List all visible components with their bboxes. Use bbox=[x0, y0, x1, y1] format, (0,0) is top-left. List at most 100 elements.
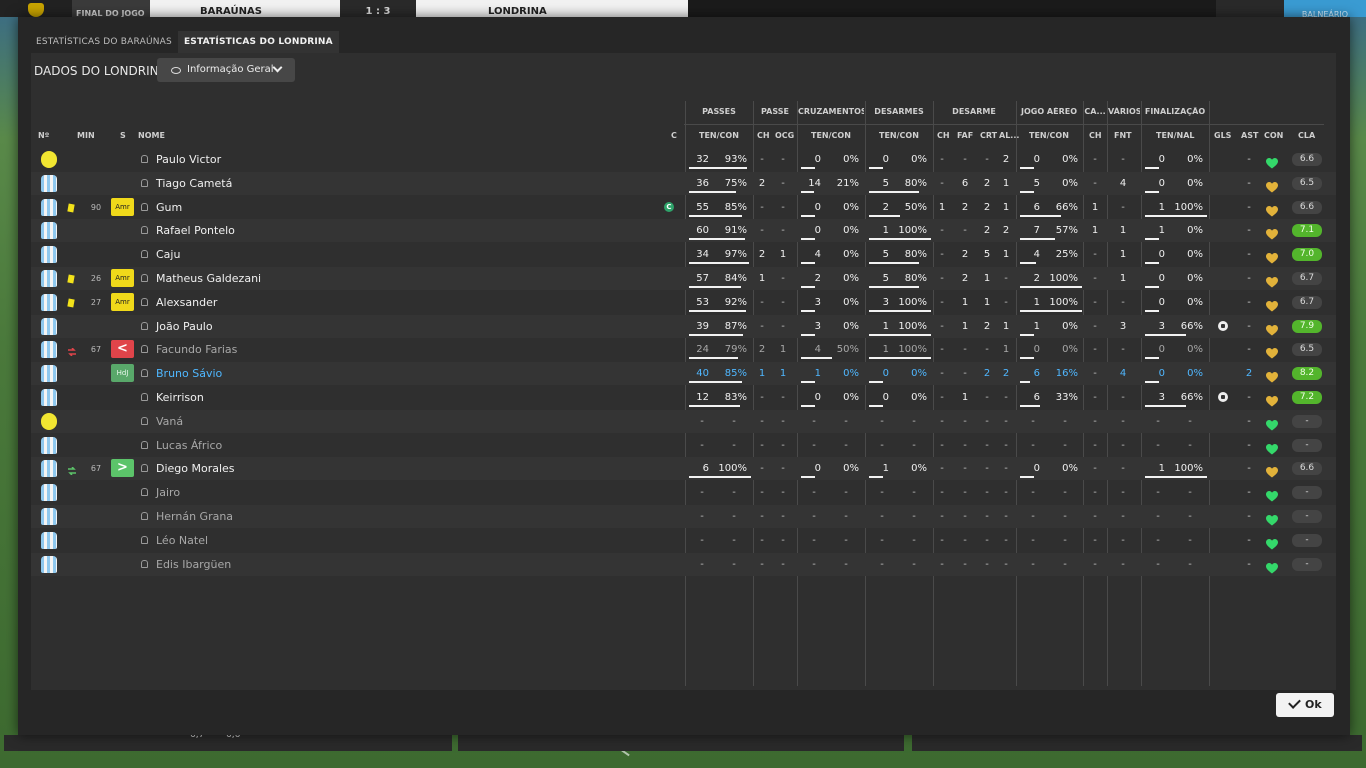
stat-value: - bbox=[844, 559, 848, 570]
stat-value: - bbox=[760, 297, 764, 308]
col-nome[interactable]: NOME bbox=[138, 131, 165, 140]
table-row[interactable]: Léo Natel - - - - - - - - - - - - - - - - - - - - bbox=[31, 529, 1336, 552]
ok-button[interactable]: Ok bbox=[1276, 693, 1334, 717]
table-row[interactable]: 27 Amr Alexsander 53 92% - -3 0% 3 100% -1 1-1 100% -… bbox=[31, 291, 1336, 314]
stat-value: - bbox=[1156, 440, 1160, 451]
table-row[interactable]: Keirrison 12 83% - -0 0% 0 0% -1- -6 33% - -3 66% -7.2 bbox=[31, 386, 1336, 409]
stat-value: - bbox=[781, 297, 785, 308]
player-name[interactable]: Gum bbox=[156, 196, 182, 219]
stat-value: 0% bbox=[843, 202, 859, 213]
player-name[interactable]: Alexsander bbox=[156, 291, 217, 314]
player-name[interactable]: Bruno Sávio bbox=[156, 362, 222, 385]
assists-value: 2 bbox=[1245, 368, 1253, 379]
player-name[interactable]: Facundo Farias bbox=[156, 338, 237, 361]
assists-value: - bbox=[1247, 440, 1251, 451]
col-aereo-tencon[interactable]: TEN/CON bbox=[1029, 131, 1069, 140]
player-name[interactable]: Hernán Grana bbox=[156, 505, 233, 528]
col-ca-ch[interactable]: CH bbox=[1089, 131, 1102, 140]
other-match-team[interactable]: BALNEÁRIO bbox=[1284, 0, 1366, 17]
away-team: LONDRINA bbox=[416, 0, 688, 17]
stat-value: - bbox=[812, 559, 816, 570]
col-des-ch[interactable]: CH bbox=[937, 131, 950, 140]
player-profile-icon bbox=[141, 393, 148, 401]
col-gls[interactable]: GLS bbox=[1214, 131, 1231, 140]
table-row[interactable]: Vaná - - - - - - - - - - - - - - - - - - - - bbox=[31, 410, 1336, 433]
stat-value: - bbox=[940, 416, 944, 427]
stat-value: - bbox=[1031, 511, 1035, 522]
col-no[interactable]: Nº bbox=[38, 131, 49, 140]
bottom-panel-right bbox=[912, 735, 1362, 751]
table-row[interactable]: Hernán Grana - - - - - - - - - - - - - - - - - - - - bbox=[31, 505, 1336, 528]
player-name[interactable]: Lucas Áfrico bbox=[156, 434, 222, 457]
col-cruz-tencon[interactable]: TEN/CON bbox=[811, 131, 851, 140]
stat-value: 0% bbox=[1187, 273, 1203, 284]
table-row[interactable]: 90 Amr Gum C 55 85% - -0 0% 2 50% 1 2 2 1 6 66% 1-1 100% -6… bbox=[31, 196, 1336, 219]
stat-value: - bbox=[1093, 416, 1097, 427]
col-desarmes-tencon[interactable]: TEN/CON bbox=[879, 131, 919, 140]
col-varios-fnt[interactable]: FNT bbox=[1114, 131, 1132, 140]
col-cla[interactable]: CLA bbox=[1298, 131, 1315, 140]
player-name[interactable]: Jairo bbox=[156, 481, 180, 504]
player-name[interactable]: Rafael Pontelo bbox=[156, 219, 235, 242]
player-name[interactable]: João Paulo bbox=[156, 315, 213, 338]
stat-value: - bbox=[812, 511, 816, 522]
group-cruzamentos: CRUZAMENTOS bbox=[798, 107, 864, 116]
table-row[interactable]: Jairo - - - - - - - - - - - - - - - - - - - - bbox=[31, 481, 1336, 504]
stat-value: - bbox=[880, 559, 884, 570]
table-row[interactable]: Paulo Victor 32 93% - -0 0% 0 0% - - -2 0 0% - -0 0% -6.… bbox=[31, 148, 1336, 171]
col-ast[interactable]: AST bbox=[1241, 131, 1258, 140]
player-name[interactable]: Vaná bbox=[156, 410, 183, 433]
col-des-faf[interactable]: FAF bbox=[957, 131, 973, 140]
stat-value: - bbox=[1121, 511, 1125, 522]
table-row[interactable]: Rafael Pontelo 60 91% - -0 0% 1 100% - -2 2 7 57% 1 1 1… bbox=[31, 219, 1336, 242]
player-name[interactable]: Keirrison bbox=[156, 386, 204, 409]
player-name[interactable]: Edis Ibargüen bbox=[156, 553, 231, 576]
stat-value: - bbox=[940, 559, 944, 570]
stat-value: - bbox=[812, 416, 816, 427]
table-row[interactable]: 67 < Facundo Farias 24 79% 2 1 4 50% 1 100% - - -1 0 0%… bbox=[31, 338, 1336, 361]
player-name[interactable]: Tiago Cametá bbox=[156, 172, 232, 195]
shirt-icon bbox=[41, 365, 57, 382]
success-rate-bar bbox=[689, 215, 742, 217]
stat-value: - bbox=[940, 440, 944, 451]
col-passes-tencon[interactable]: TEN/CON bbox=[699, 131, 739, 140]
table-row[interactable]: HdJ Bruno Sávio 40 85% 1 1 1 0% 0 0% - -2 2 6 16% -4 0 0%… bbox=[31, 362, 1336, 385]
col-con[interactable]: CON bbox=[1264, 131, 1283, 140]
tab-londrina-stats[interactable]: ESTATÍSTICAS DO LONDRINA bbox=[177, 31, 339, 53]
col-passe-ocg[interactable]: OCG bbox=[775, 131, 794, 140]
success-rate-bar bbox=[801, 167, 815, 169]
stat-value: 4 bbox=[1119, 368, 1127, 379]
player-name[interactable]: Diego Morales bbox=[156, 457, 235, 480]
col-passe-ch[interactable]: CH bbox=[757, 131, 770, 140]
table-row[interactable]: João Paulo 39 87% - -3 0% 1 100% -1 2 1 1 0% -3 3 66% -7… bbox=[31, 315, 1336, 338]
success-rate-bar bbox=[1020, 191, 1034, 193]
table-row[interactable]: Edis Ibargüen - - - - - - - - - - - - - - - - - - - - bbox=[31, 553, 1336, 576]
success-rate-bar bbox=[801, 191, 815, 193]
player-name[interactable]: Léo Natel bbox=[156, 529, 208, 552]
stat-value: - bbox=[912, 416, 916, 427]
stat-value: - bbox=[781, 535, 785, 546]
tab-barauanas-stats[interactable]: ESTATÍSTICAS DO BARAÚNAS bbox=[30, 31, 178, 53]
stat-value: - bbox=[1004, 535, 1008, 546]
success-rate-bar bbox=[1020, 167, 1034, 169]
table-row[interactable]: Tiago Cametá 36 75% 2-14 21% 5 80% -6 2 1 5 0% -4 0 0%… bbox=[31, 172, 1336, 195]
success-rate-bar bbox=[801, 310, 815, 312]
player-name[interactable]: Matheus Galdezani bbox=[156, 267, 261, 290]
table-row[interactable]: 26 Amr Matheus Galdezani 57 84% 1-2 0% 5 80% -2 1-… bbox=[31, 267, 1336, 290]
success-rate-bar bbox=[1145, 262, 1159, 264]
stat-value: - bbox=[985, 344, 989, 355]
table-row[interactable]: 67 > Diego Morales 6 100% - -0 0% 1 0% - - - -0 0% - -1 1… bbox=[31, 457, 1336, 480]
col-c[interactable]: C bbox=[671, 131, 677, 140]
table-row[interactable]: Caju 34 97% 2 1 4 0% 5 80% -2 5 1 4 25% -1 0 0% -7.0 bbox=[31, 243, 1336, 266]
player-rating: 7.2 bbox=[1292, 391, 1322, 404]
stat-value: 33% bbox=[1055, 392, 1078, 403]
col-min[interactable]: MIN bbox=[77, 131, 95, 140]
player-name[interactable]: Caju bbox=[156, 243, 180, 266]
col-final-tennal[interactable]: TEN/NAL bbox=[1156, 131, 1195, 140]
stat-value: - bbox=[1031, 440, 1035, 451]
col-s[interactable]: S bbox=[120, 131, 126, 140]
col-des-crt[interactable]: CRT bbox=[980, 131, 997, 140]
player-name[interactable]: Paulo Victor bbox=[156, 148, 221, 171]
shirt-icon bbox=[41, 556, 57, 573]
table-row[interactable]: Lucas Áfrico - - - - - - - - - - - - - - - - - - - - bbox=[31, 434, 1336, 457]
